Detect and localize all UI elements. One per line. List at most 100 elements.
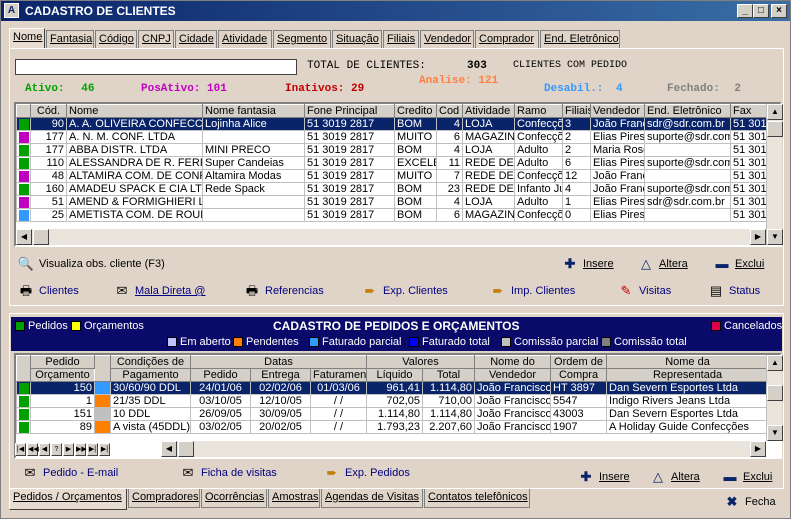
order-status[interactable] bbox=[94, 407, 111, 421]
client-nome[interactable]: ALESSANDRA DE R. FERR bbox=[66, 156, 203, 170]
tab-vendedor[interactable]: Vendedor bbox=[420, 30, 474, 48]
client-filiais[interactable]: 3 bbox=[562, 117, 591, 131]
client-filiais[interactable]: 2 bbox=[562, 143, 591, 157]
client-fantasia[interactable]: Rede Spack bbox=[202, 182, 305, 196]
nav-help-icon[interactable]: ? bbox=[51, 443, 62, 456]
client-fax[interactable]: 51 3019 bbox=[730, 156, 769, 170]
order-condicoes[interactable]: 10 DDL bbox=[110, 407, 191, 421]
tab-codigo[interactable]: Código bbox=[95, 30, 137, 48]
client-row[interactable]: 48 ALTAMIRA COM. DE CONF Altamira Modas 51 … bbox=[16, 169, 769, 183]
client-cod[interactable]: 90 bbox=[30, 117, 67, 131]
order-total[interactable]: 1.114,80 bbox=[421, 407, 476, 421]
exclui-client-button[interactable]: ▬ Exclui bbox=[713, 257, 765, 271]
tab-amostras[interactable]: Amostras bbox=[268, 489, 320, 508]
order-pedido[interactable]: 150 bbox=[30, 381, 95, 395]
client-fax[interactable]: 51 3019 bbox=[730, 169, 769, 183]
nav-prior-icon[interactable]: ◀ bbox=[39, 443, 50, 456]
client-ramo[interactable]: Confecçõ bbox=[514, 169, 563, 183]
order-data-pedido[interactable]: 26/09/05 bbox=[190, 407, 251, 421]
close-button[interactable]: × bbox=[771, 4, 787, 18]
client-fone[interactable]: 51 3019 2817 bbox=[304, 208, 395, 222]
scroll-left-icon[interactable]: ◀ bbox=[16, 229, 32, 245]
client-credito[interactable]: BOM bbox=[394, 117, 437, 131]
clientes-button[interactable]: 🖶 Clientes bbox=[17, 284, 79, 298]
scroll-thumb[interactable] bbox=[767, 121, 783, 137]
scroll-left-icon[interactable]: ◀ bbox=[161, 441, 177, 457]
client-row[interactable]: 110 ALESSANDRA DE R. FERR Super Candeias 51… bbox=[16, 156, 769, 170]
order-pedido[interactable]: 1 bbox=[30, 394, 95, 408]
client-cod[interactable]: 110 bbox=[30, 156, 67, 170]
client-row[interactable]: 51 AMEND & FORMIGHIERI LT 51 3019 2817 BOM 4… bbox=[16, 195, 769, 209]
client-ramo[interactable]: Confecçõ bbox=[514, 208, 563, 222]
col-header-condicoes[interactable]: Condições de bbox=[110, 355, 191, 369]
client-cod2[interactable]: 7 bbox=[436, 169, 463, 183]
client-nome[interactable]: ABBA DISTR. LTDA bbox=[66, 143, 203, 157]
client-cod2[interactable]: 23 bbox=[436, 182, 463, 196]
col-header-compra[interactable]: Compra bbox=[550, 368, 608, 382]
client-atividade[interactable]: LOJA bbox=[462, 117, 515, 131]
order-data-pedido[interactable]: 24/01/06 bbox=[190, 381, 251, 395]
client-fone[interactable]: 51 3019 2817 bbox=[304, 169, 395, 183]
client-fax[interactable]: 51 3019 bbox=[730, 143, 769, 157]
client-atividade[interactable]: REDE DE bbox=[462, 156, 515, 170]
order-data-faturamento[interactable]: / / bbox=[310, 420, 367, 434]
nav-last-icon[interactable]: ▶| bbox=[87, 443, 98, 456]
client-credito[interactable]: MUITO E bbox=[394, 169, 437, 183]
order-status[interactable] bbox=[94, 381, 111, 395]
client-fone[interactable]: 51 3019 2817 bbox=[304, 156, 395, 170]
client-row[interactable]: 160 AMADEU SPACK E CIA LTD Rede Spack 51 30… bbox=[16, 182, 769, 196]
order-row[interactable]: 1 21/35 DDL 03/10/05 12/10/05/ /702,05 710,0… bbox=[16, 394, 770, 408]
exclui-order-button[interactable]: ▬ Exclui bbox=[721, 470, 773, 484]
insere-order-button[interactable]: ✚ Insere bbox=[577, 470, 630, 484]
col-header-orcamento[interactable]: Orçamento bbox=[30, 368, 95, 382]
tab-cidade[interactable]: Cidade bbox=[175, 30, 217, 48]
order-representada[interactable]: Indigo Rivers Jeans Ltda bbox=[606, 394, 770, 408]
order-pedido[interactable]: 151 bbox=[30, 407, 95, 421]
col-header-cod2[interactable]: Cod bbox=[436, 104, 463, 118]
client-ramo[interactable]: Adulto bbox=[514, 195, 563, 209]
status-button[interactable]: ▤ Status bbox=[707, 284, 760, 298]
col-header-fax[interactable]: Fax bbox=[730, 104, 769, 118]
client-filiais[interactable]: 2 bbox=[562, 130, 591, 144]
exp-pedidos-button[interactable]: ➨ Exp. Pedidos bbox=[323, 466, 410, 480]
client-cod[interactable]: 51 bbox=[30, 195, 67, 209]
client-atividade[interactable]: REDE DE bbox=[462, 182, 515, 196]
col-header-nome-representada[interactable]: Nome da bbox=[606, 355, 770, 369]
clients-vscroll[interactable]: ▲ ▼ bbox=[766, 104, 783, 245]
order-row[interactable]: 151 10 DDL 26/09/05 30/09/05/ /1.114,80 1.11… bbox=[16, 407, 770, 421]
client-fantasia[interactable] bbox=[202, 195, 305, 209]
col-header-cod[interactable]: Cód. bbox=[30, 104, 67, 118]
order-total[interactable]: 2.207,60 bbox=[421, 420, 476, 434]
client-atividade[interactable]: LOJA bbox=[462, 143, 515, 157]
orders-hscroll[interactable]: ◀ ▶ bbox=[161, 441, 766, 457]
order-data-faturamento[interactable]: / / bbox=[310, 394, 367, 408]
client-filiais[interactable]: 1 bbox=[562, 195, 591, 209]
order-row[interactable]: 150 30/60/90 DDL 24/01/06 02/02/06 01/03/06 9… bbox=[16, 381, 770, 395]
order-condicoes[interactable]: 21/35 DDL bbox=[110, 394, 191, 408]
minimize-button[interactable]: _ bbox=[737, 4, 753, 18]
client-nome[interactable]: A. A. OLIVEIRA CONFECCO bbox=[66, 117, 203, 131]
orders-vscroll[interactable]: ▲ ▼ bbox=[766, 355, 783, 441]
client-fantasia[interactable]: Lojinha Alice bbox=[202, 117, 305, 131]
client-nome[interactable]: ALTAMIRA COM. DE CONF bbox=[66, 169, 203, 183]
client-cod2[interactable]: 4 bbox=[436, 195, 463, 209]
order-compra[interactable]: 1907 bbox=[550, 420, 608, 434]
client-row[interactable]: 177 A. N. M. CONF. LTDA 51 3019 2817 MUITO … bbox=[16, 130, 769, 144]
client-cod2[interactable]: 11 bbox=[436, 156, 463, 170]
order-status[interactable] bbox=[94, 394, 111, 408]
scroll-up-icon[interactable]: ▲ bbox=[767, 355, 783, 371]
col-header-filiais[interactable]: Filiais bbox=[562, 104, 591, 118]
client-ramo[interactable]: Adulto bbox=[514, 156, 563, 170]
mala-direta-button[interactable]: ✉ Mala Direta @ bbox=[113, 284, 206, 298]
tab-segmento[interactable]: Segmento bbox=[273, 30, 331, 48]
order-data-pedido[interactable]: 03/10/05 bbox=[190, 394, 251, 408]
tab-nome[interactable]: Nome bbox=[9, 28, 45, 48]
scroll-up-icon[interactable]: ▲ bbox=[767, 104, 783, 120]
client-fone[interactable]: 51 3019 2817 bbox=[304, 130, 395, 144]
order-data-entrega[interactable]: 30/09/05 bbox=[250, 407, 311, 421]
visitas-button[interactable]: ✎ Visitas bbox=[617, 284, 672, 298]
tab-ocorrencias[interactable]: Ocorrências bbox=[201, 489, 267, 508]
order-data-faturamento[interactable]: 01/03/06 bbox=[310, 381, 367, 395]
pedido-email-button[interactable]: ✉ Pedido - E-mail bbox=[21, 466, 119, 480]
client-cod[interactable]: 160 bbox=[30, 182, 67, 196]
